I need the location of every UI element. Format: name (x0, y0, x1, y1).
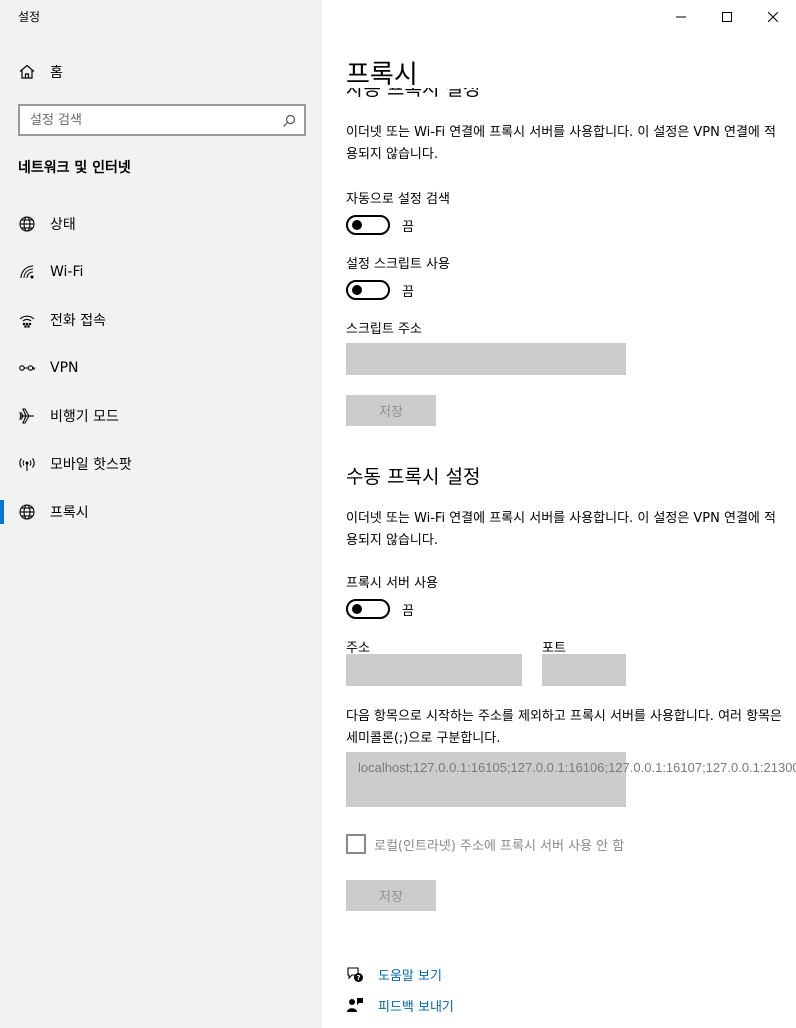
sidebar-item-hotspot[interactable]: 모바일 핫스팟 (0, 440, 322, 488)
search-box[interactable] (18, 104, 306, 136)
page-title: 프록시 (346, 60, 418, 90)
search-input[interactable] (30, 112, 282, 128)
use-proxy-toggle-row: 끔 (346, 598, 414, 620)
bypass-local-checkbox[interactable] (346, 834, 366, 854)
sidebar-item-airplane[interactable]: 비행기 모드 (0, 392, 322, 440)
home-label: 홈 (50, 65, 63, 81)
globe-icon (18, 503, 36, 521)
auto-save-button[interactable]: 저장 (346, 395, 436, 426)
script-address-input[interactable] (346, 343, 626, 375)
auto-section-heading: 자동 프록시 설정 (346, 88, 481, 100)
bypass-local-row[interactable]: 로컬(인트라넷) 주소에 프록시 서버 사용 안 함 (346, 834, 624, 854)
sidebar-item-status[interactable]: 상태 (0, 200, 322, 248)
auto-detect-toggle[interactable] (346, 215, 390, 235)
use-script-toggle-row: 끔 (346, 279, 414, 301)
maximize-icon (722, 7, 732, 26)
auto-detect-label: 자동으로 설정 검색 (346, 192, 450, 207)
section-title: 네트워크 및 인터넷 (18, 160, 131, 176)
sidebar-item-wifi[interactable]: Wi-Fi (0, 248, 322, 296)
feedback-icon (346, 996, 364, 1014)
use-proxy-toggle[interactable] (346, 599, 390, 619)
hotspot-icon (18, 455, 36, 473)
maximize-button[interactable] (704, 0, 750, 32)
port-input[interactable] (542, 654, 626, 686)
sidebar-nav: 상태 Wi-Fi 전화 접속 VPN 비행기 모드 모바일 핫스팟 프록시 (0, 200, 322, 536)
sidebar-item-label: 상태 (50, 217, 76, 233)
airplane-icon (18, 407, 36, 425)
bypass-local-label: 로컬(인트라넷) 주소에 프록시 서버 사용 안 함 (374, 838, 625, 854)
dialup-icon (18, 311, 36, 329)
home-nav-item[interactable]: 홈 (18, 60, 63, 84)
app-title: 설정 (18, 10, 41, 24)
use-proxy-label: 프록시 서버 사용 (346, 576, 438, 591)
toggle-state: 끔 (402, 284, 414, 300)
wifi-icon (18, 263, 36, 281)
exceptions-description: 다음 항목으로 시작하는 주소를 제외하고 프록시 서버를 사용합니다. 여러 … (346, 709, 783, 746)
sidebar-item-label: 모바일 핫스팟 (50, 457, 132, 473)
minimize-button[interactable] (658, 0, 704, 32)
help-chat-icon: ? (346, 965, 364, 983)
sidebar-item-proxy[interactable]: 프록시 (0, 488, 322, 536)
auto-section-description: 이더넷 또는 Wi-Fi 연결에 프록시 서버를 사용합니다. 이 설정은 VP… (346, 125, 776, 162)
feedback-link[interactable]: 피드백 보내기 (378, 996, 454, 1015)
use-script-label: 설정 스크립트 사용 (346, 257, 450, 272)
manual-section-description: 이더넷 또는 Wi-Fi 연결에 프록시 서버를 사용합니다. 이 설정은 VP… (346, 511, 776, 548)
vpn-icon (18, 359, 36, 377)
toggle-state: 끔 (402, 219, 414, 235)
feedback-link-row[interactable]: 피드백 보내기 (346, 995, 454, 1015)
address-input[interactable] (346, 654, 522, 686)
auto-detect-toggle-row: 끔 (346, 214, 414, 236)
sidebar-item-label: 프록시 (50, 505, 89, 521)
close-button[interactable] (750, 0, 796, 32)
help-link[interactable]: 도움말 보기 (378, 965, 442, 984)
manual-section-heading: 수동 프록시 설정 (346, 466, 481, 488)
home-icon (18, 63, 36, 81)
main-content: 프록시 자동 프록시 설정 이더넷 또는 Wi-Fi 연결에 프록시 서버를 사… (322, 0, 796, 1028)
sidebar-item-label: 비행기 모드 (50, 409, 119, 425)
use-script-toggle[interactable] (346, 280, 390, 300)
toggle-state: 끔 (402, 603, 414, 619)
manual-save-button[interactable]: 저장 (346, 880, 436, 911)
help-link-row[interactable]: ? 도움말 보기 (346, 964, 442, 984)
sidebar-item-dialup[interactable]: 전화 접속 (0, 296, 322, 344)
script-address-label: 스크립트 주소 (346, 322, 422, 337)
sidebar-item-label: VPN (50, 360, 79, 376)
sidebar-item-label: Wi-Fi (50, 264, 84, 280)
exceptions-textarea[interactable]: localhost;127.0.0.1:16105;127.0.0.1:1610… (346, 752, 796, 807)
close-icon (767, 7, 779, 26)
window-controls (658, 0, 796, 32)
sidebar-item-vpn[interactable]: VPN (0, 344, 322, 392)
minimize-icon (676, 7, 686, 26)
sidebar-item-label: 전화 접속 (50, 313, 106, 329)
svg-text:?: ? (356, 974, 360, 982)
globe-status-icon (18, 215, 36, 233)
search-icon[interactable] (282, 113, 296, 127)
sidebar: 설정 홈 네트워크 및 인터넷 상태 (0, 0, 322, 1028)
